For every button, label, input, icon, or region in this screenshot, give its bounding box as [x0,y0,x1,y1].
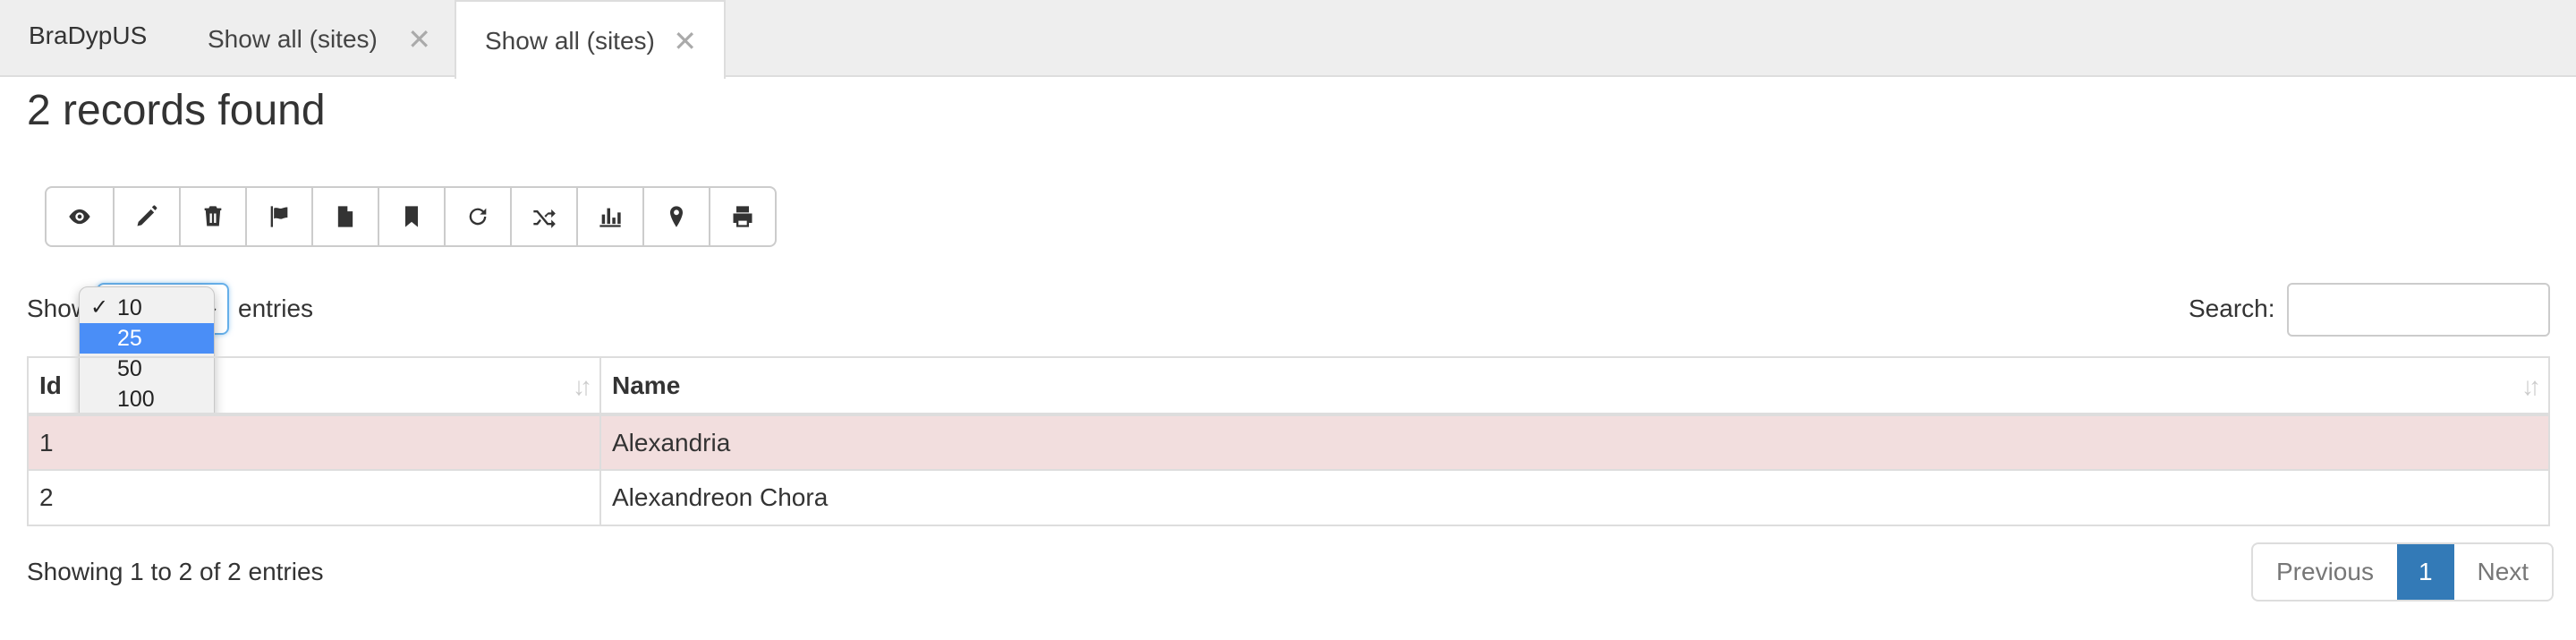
bookmark-icon [405,206,418,227]
tab-bar: BraDypUS Show all (sites) ✕ Show all (si… [0,0,2576,79]
print-button[interactable] [709,188,775,245]
search-input[interactable] [2287,283,2550,337]
column-header-name[interactable]: Name ↓↑ [599,356,2550,416]
cell-id: 1 [27,414,601,471]
map-button[interactable] [642,188,709,245]
refresh-button[interactable] [444,188,510,245]
edit-button[interactable] [113,188,179,245]
entries-label: entries [238,294,314,322]
header-label: Id [39,371,62,399]
search-label: Search: [2189,294,2275,322]
option-10[interactable]: ✓ 10 [80,293,214,323]
flag-icon [270,206,288,227]
map-marker-icon [670,206,683,227]
flag-button[interactable] [245,188,311,245]
cell-name: Alexandria [599,414,2550,471]
column-header-id[interactable]: Id ↓↑ [27,356,601,416]
close-icon[interactable]: ✕ [407,0,431,79]
file-icon [337,206,353,227]
bookmark-button[interactable] [378,188,444,245]
tab-label: Show all (sites) [485,27,655,55]
new-file-button[interactable] [311,188,378,245]
view-button[interactable] [47,188,113,245]
tab-show-all-sites-1[interactable]: Show all (sites) ✕ [179,0,456,77]
bar-chart-icon [599,208,621,227]
record-toolbar [45,186,777,247]
option-label: 25 [117,326,142,351]
random-button[interactable] [510,188,576,245]
sort-icon: ↓↑ [2521,372,2541,400]
table-info: Showing 1 to 2 of 2 entries [27,558,324,585]
pagination: Previous 1 Next [2251,542,2555,602]
close-icon[interactable]: ✕ [673,2,697,81]
option-25[interactable]: 25 [80,323,214,354]
header-label: Name [612,371,681,399]
delete-button[interactable] [179,188,245,245]
sort-icon: ↓↑ [573,372,592,400]
option-label: 10 [117,295,142,320]
previous-button[interactable]: Previous [2253,544,2397,600]
chart-button[interactable] [576,188,642,245]
tab-show-all-sites-2[interactable]: Show all (sites) ✕ [455,0,726,79]
random-icon [533,209,556,228]
table-row[interactable]: 2 Alexandreon Chora [27,469,2550,526]
tab-label: Show all (sites) [208,25,378,53]
print-icon [733,206,752,227]
refresh-icon [469,208,487,226]
checkmark-icon: ✓ [90,295,109,320]
page-1-button[interactable]: 1 [2396,544,2454,600]
cell-name: Alexandreon Chora [599,469,2550,526]
page-title: 2 records found [27,87,326,134]
trash-icon [204,206,222,226]
cell-id: 2 [27,469,601,526]
table-header-row: Id ↓↑ Name ↓↑ [27,356,2550,416]
pencil-icon [137,205,157,226]
eye-icon [69,209,90,225]
next-button[interactable]: Next [2454,544,2553,600]
records-table: Id ↓↑ Name ↓↑ 1 Alexandria 2 Alexandreon… [27,356,2550,526]
brand-link[interactable]: BraDypUS [29,0,147,75]
table-row[interactable]: 1 Alexandria [27,414,2550,471]
